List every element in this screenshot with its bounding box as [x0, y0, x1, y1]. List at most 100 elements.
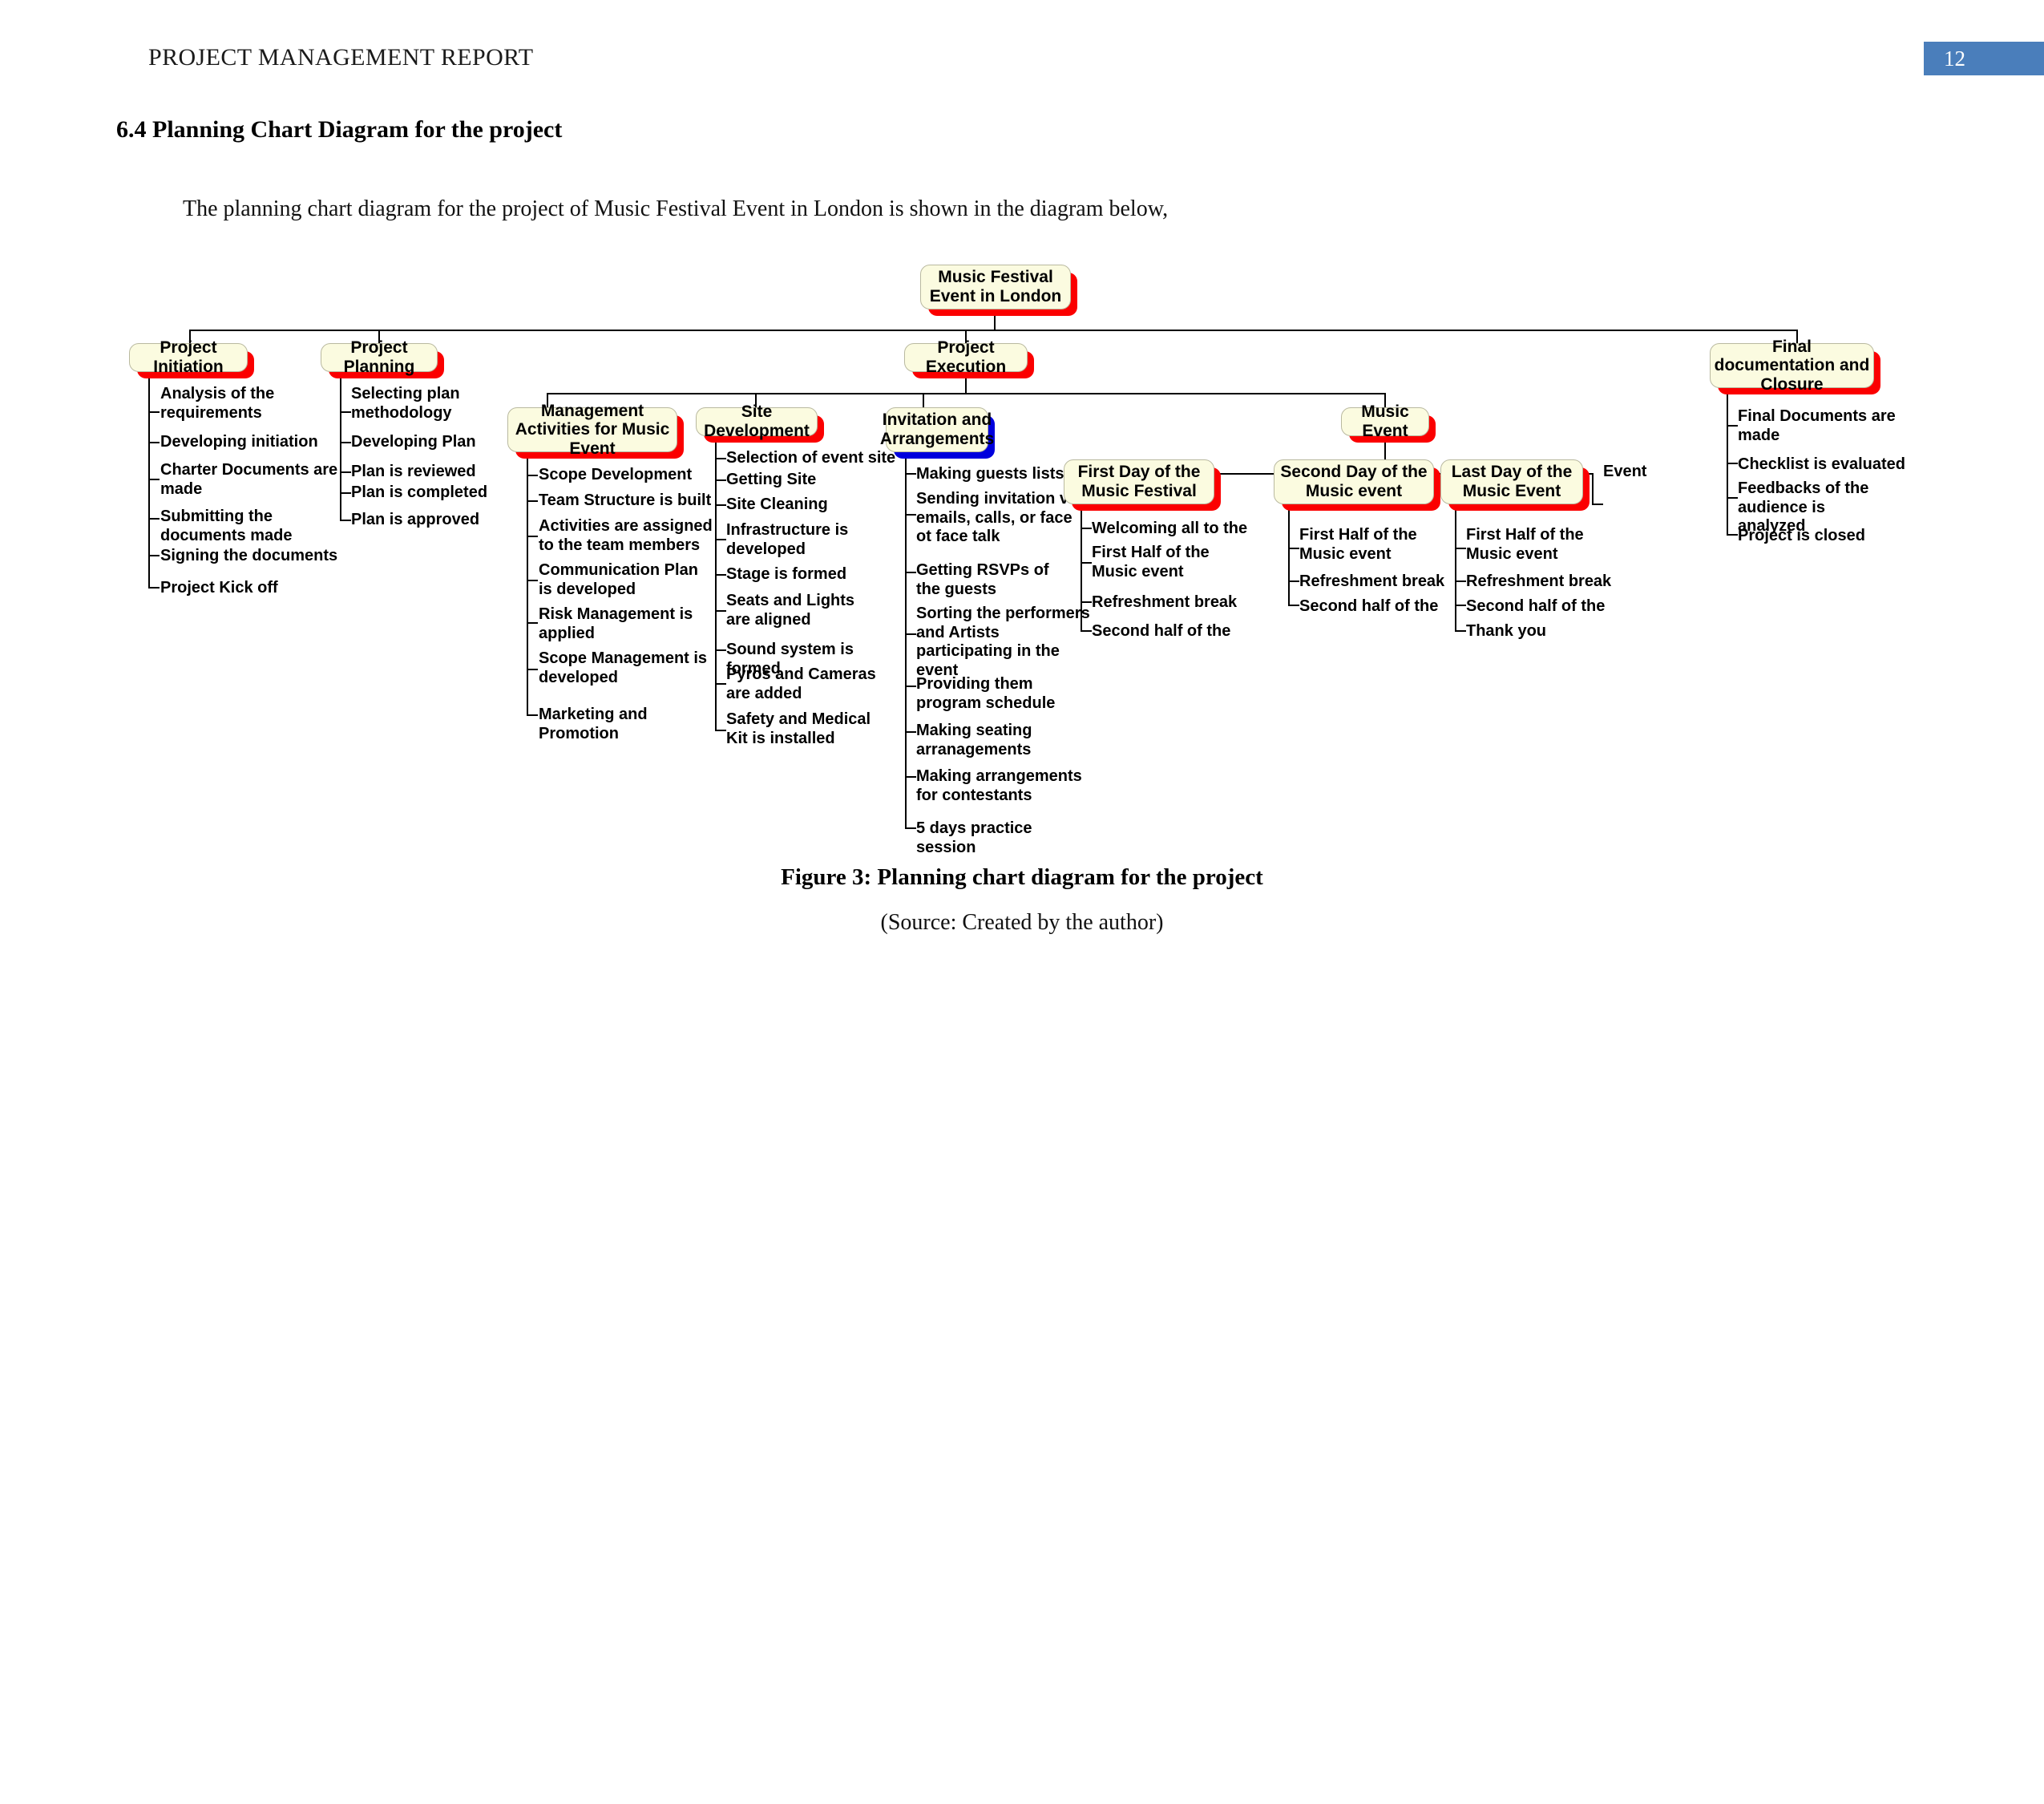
leaf-item: Communication Plan is developed	[539, 561, 698, 598]
leaf-item: Site Cleaning	[726, 495, 828, 513]
node-site-development: Site Development	[696, 402, 818, 440]
leaf-item: Getting RSVPs of the guests	[916, 561, 1049, 598]
leaf-item: Team Structure is built	[539, 491, 712, 509]
leaf-item: Infrastructure is developed	[726, 521, 849, 558]
connector-tick	[527, 500, 538, 502]
connector-tick	[148, 411, 160, 413]
leaf-item: Checklist is evaluated	[1738, 455, 1905, 473]
connector-tick	[1727, 463, 1738, 464]
leaf-item: Developing Plan	[351, 433, 476, 451]
connector-tick	[527, 714, 538, 716]
leaf-item: Final Documents are made	[1738, 407, 1896, 444]
connector-tick	[715, 574, 726, 576]
connector-tick	[905, 731, 916, 733]
connector-tick	[715, 458, 726, 459]
leaf-item: Project is closed	[1738, 527, 1865, 544]
leaf-item: Providing them program schedule	[916, 675, 1056, 712]
node-last-day: Last Day of the Music Event	[1440, 459, 1583, 504]
connector-execution-stem	[965, 374, 967, 393]
node-project-planning: Project Planning	[321, 338, 438, 376]
node-root: Music Festival Event in London	[920, 265, 1071, 309]
leaf-item: 5 days practice session	[916, 819, 1032, 856]
leaf-item: Refreshment break	[1299, 572, 1445, 590]
connector-tick	[1727, 534, 1738, 536]
leaf-item: Scope Development	[539, 466, 693, 483]
leaf-item: Plan is completed	[351, 483, 488, 501]
leaf-item: Second half of the	[1466, 597, 1606, 615]
leaf-item: Second half of the	[1092, 622, 1231, 640]
leaf-item: Analysis of the requirements	[160, 385, 275, 422]
leaf-item: Safety and Medical Kit is installed	[726, 710, 871, 747]
leaf-item: First Half of the Music event	[1299, 526, 1417, 563]
leaf-item: Selection of event site	[726, 449, 896, 467]
connector-event-leaf-vertical	[1592, 473, 1594, 504]
leaf-item: Getting Site	[726, 471, 817, 488]
connector-tick	[1288, 548, 1299, 549]
node-management-activities: Management Activities for Music Event	[507, 402, 677, 458]
leaf-event: Event	[1603, 463, 1647, 480]
connector-tick	[905, 686, 916, 687]
leaf-item: Activities are assigned to the team memb…	[539, 517, 713, 554]
node-invitation-arrangements: Invitation and Arrangements	[880, 407, 994, 452]
connector-tick	[715, 649, 726, 651]
connector-tick	[715, 539, 726, 540]
leaf-item: Second half of the	[1299, 597, 1439, 615]
leaf-item: Making seating arranagements	[916, 722, 1032, 758]
node-second-day: Second Day of the Music event	[1274, 459, 1434, 504]
leaf-item: Refreshment break	[1466, 572, 1612, 590]
connector-spine-management	[527, 438, 528, 714]
leaf-item: Signing the documents	[160, 547, 338, 564]
connector-tick	[905, 827, 916, 829]
connector-tick	[527, 536, 538, 537]
connector-tick	[905, 514, 916, 516]
connector-tick	[527, 622, 538, 624]
leaf-item: Making guests lists	[916, 465, 1064, 483]
leaf-item: Scope Management is developed	[539, 649, 708, 686]
node-final-documentation: Final documentation and Closure	[1710, 338, 1874, 394]
leaf-item: Seats and Lights are aligned	[726, 592, 855, 629]
connector-spine-secondday	[1288, 506, 1290, 605]
connector-execution-bus	[547, 393, 1384, 394]
connector-tick	[148, 587, 160, 589]
connector-level1-bus	[189, 330, 1796, 331]
connector-tick	[1081, 601, 1092, 603]
connector-tick	[148, 555, 160, 556]
connector-tick	[905, 633, 916, 635]
connector-tick	[905, 776, 916, 778]
connector-tick	[1288, 580, 1299, 582]
connector-root-stem	[994, 309, 996, 330]
leaf-item: Developing initiation	[160, 433, 318, 451]
leaf-item: Sending invitation via emails, calls, or…	[916, 490, 1082, 546]
connector-tick	[905, 473, 916, 475]
connector-spine-closure	[1727, 390, 1728, 534]
connector-tick	[527, 669, 538, 670]
connector-tick	[527, 475, 538, 476]
connector-tick	[905, 572, 916, 573]
connector-tick	[1081, 562, 1092, 564]
planning-chart-diagram: Music Festival Event in London Project I…	[0, 0, 2044, 866]
connector-tick	[1288, 605, 1299, 606]
connector-tick	[1455, 548, 1466, 549]
leaf-item: First Half of the Music event	[1092, 544, 1210, 580]
leaf-item: Submitting the documents made	[160, 508, 293, 544]
leaf-item: Sorting the performers and Artists parti…	[916, 605, 1090, 679]
figure-caption: Figure 3: Planning chart diagram for the…	[781, 864, 1263, 890]
node-music-event: Music Event	[1341, 402, 1429, 440]
connector-event-leaf-tick	[1592, 504, 1603, 505]
connector-tick	[527, 580, 538, 581]
leaf-item: Welcoming all to the	[1092, 520, 1248, 537]
leaf-item: Refreshment break	[1092, 593, 1238, 611]
leaf-item: First Half of the Music event	[1466, 526, 1584, 563]
leaf-item: Making arrangements for contestants	[916, 767, 1082, 804]
connector-tick	[1727, 425, 1738, 427]
leaf-item: Plan is approved	[351, 511, 480, 528]
leaf-item: Selecting plan methodology	[351, 385, 460, 422]
figure-source: (Source: Created by the author)	[880, 910, 1164, 935]
node-first-day: First Day of the Music Festival	[1064, 459, 1214, 504]
connector-tick	[1455, 630, 1466, 632]
leaf-item: Project Kick off	[160, 579, 278, 597]
leaf-item: Risk Management is applied	[539, 605, 693, 642]
node-project-initiation: Project Initiation	[129, 338, 248, 376]
leaf-item: Stage is formed	[726, 565, 847, 583]
leaf-item: Plan is reviewed	[351, 463, 476, 480]
